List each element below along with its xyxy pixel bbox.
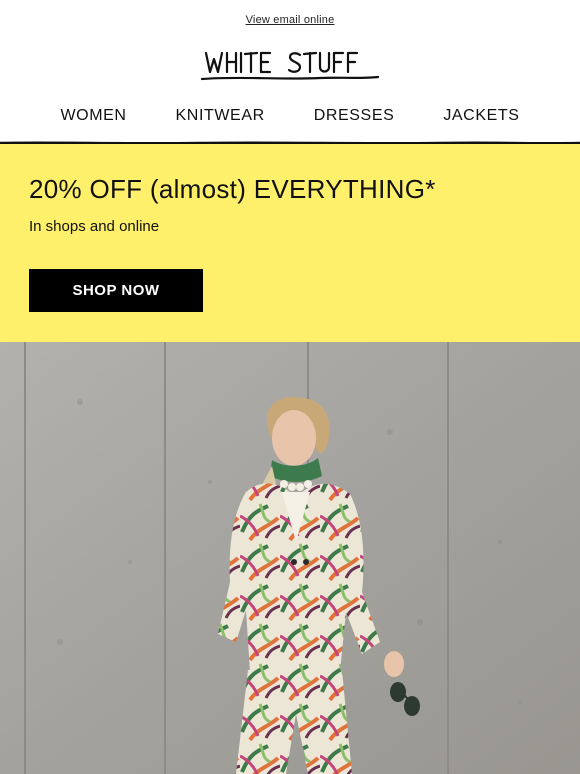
nav-item-knitwear[interactable]: KNITWEAR: [176, 107, 265, 125]
promo-subtitle: In shops and online: [29, 218, 160, 235]
email-container: View email online WOMEN KNITWEAR DRESSES…: [0, 0, 580, 774]
brand-logo[interactable]: [200, 45, 380, 85]
main-nav: WOMEN KNITWEAR DRESSES JACKETS: [0, 90, 580, 142]
nav-item-dresses[interactable]: DRESSES: [314, 107, 395, 125]
view-online-row: View email online: [0, 0, 580, 40]
promo-title: 20% OFF (almost) EVERYTHING*: [29, 174, 436, 204]
view-email-online-link[interactable]: View email online: [246, 14, 335, 26]
brand-logo-row: [0, 40, 580, 90]
hero-image[interactable]: [0, 342, 580, 774]
model-photo-illustration: [0, 342, 580, 774]
shop-now-button[interactable]: SHOP NOW: [29, 269, 203, 312]
nav-item-jackets[interactable]: JACKETS: [443, 107, 519, 125]
nav-item-women[interactable]: WOMEN: [60, 107, 126, 125]
promo-banner: 20% OFF (almost) EVERYTHING* In shops an…: [0, 144, 580, 342]
